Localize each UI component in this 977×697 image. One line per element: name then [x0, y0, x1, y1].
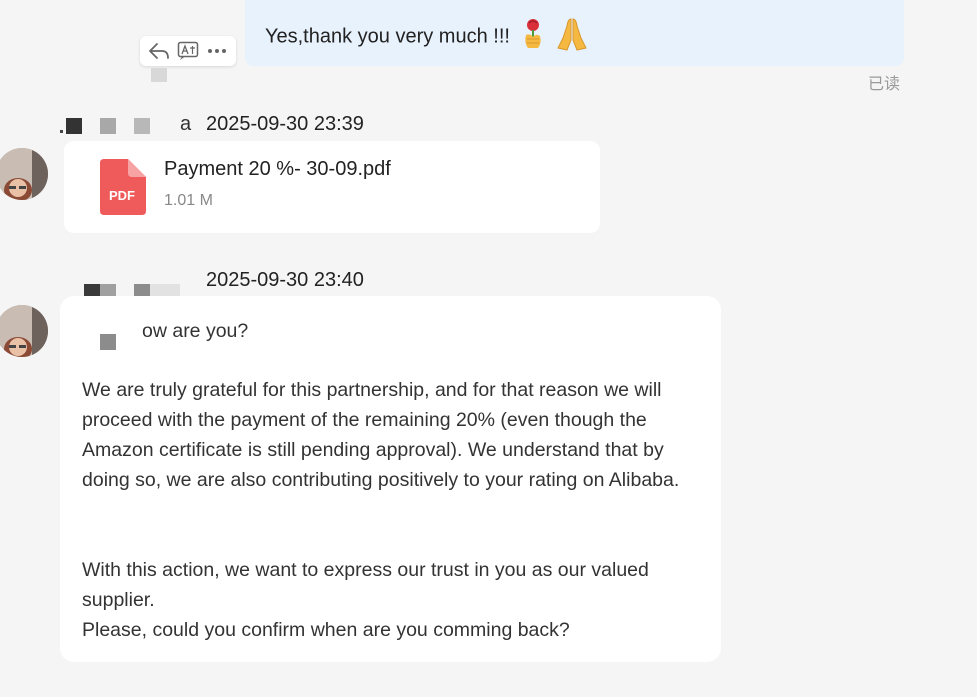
rose-in-hand-icon: [518, 17, 548, 57]
outgoing-message-text: Yes,thank you very much !!!: [265, 25, 510, 48]
message-greeting: ow are you?: [142, 320, 249, 342]
message-time: 2025-09-30 23:40: [206, 269, 364, 291]
redacted-block: [151, 68, 167, 82]
reply-icon[interactable]: [146, 38, 172, 64]
folded-hands-icon: [555, 16, 589, 58]
translate-icon[interactable]: [175, 38, 201, 64]
file-size: 1.01 M: [164, 192, 213, 209]
avatar[interactable]: [0, 148, 48, 200]
sender-name-redacted: [60, 116, 190, 136]
pdf-file-icon: PDF: [96, 157, 148, 217]
text-message-bubble[interactable]: ow are you? We are truly grateful for th…: [60, 296, 721, 662]
message-action-bar: [140, 36, 236, 66]
pdf-label: PDF: [109, 188, 135, 203]
more-icon[interactable]: [204, 38, 230, 64]
outgoing-message-bubble[interactable]: Yes,thank you very much !!!: [245, 0, 904, 66]
redacted-greeting-start: [90, 314, 146, 354]
message-paragraph: With this action, we want to express our…: [82, 559, 649, 611]
message-time: 2025-09-30 23:39: [206, 113, 364, 135]
outgoing-message: Yes,thank you very much !!!: [265, 16, 589, 58]
read-status: 已读: [868, 76, 901, 93]
message-paragraph: We are truly grateful for this partnersh…: [82, 379, 680, 491]
message-paragraph: Please, could you confirm when are you c…: [82, 619, 570, 641]
file-message-bubble[interactable]: PDF Payment 20 %- 30-09.pdf 1.01 M: [64, 141, 600, 233]
sender-name-suffix: a: [180, 113, 192, 135]
avatar[interactable]: [0, 305, 48, 357]
file-name[interactable]: Payment 20 %- 30-09.pdf: [164, 158, 391, 181]
